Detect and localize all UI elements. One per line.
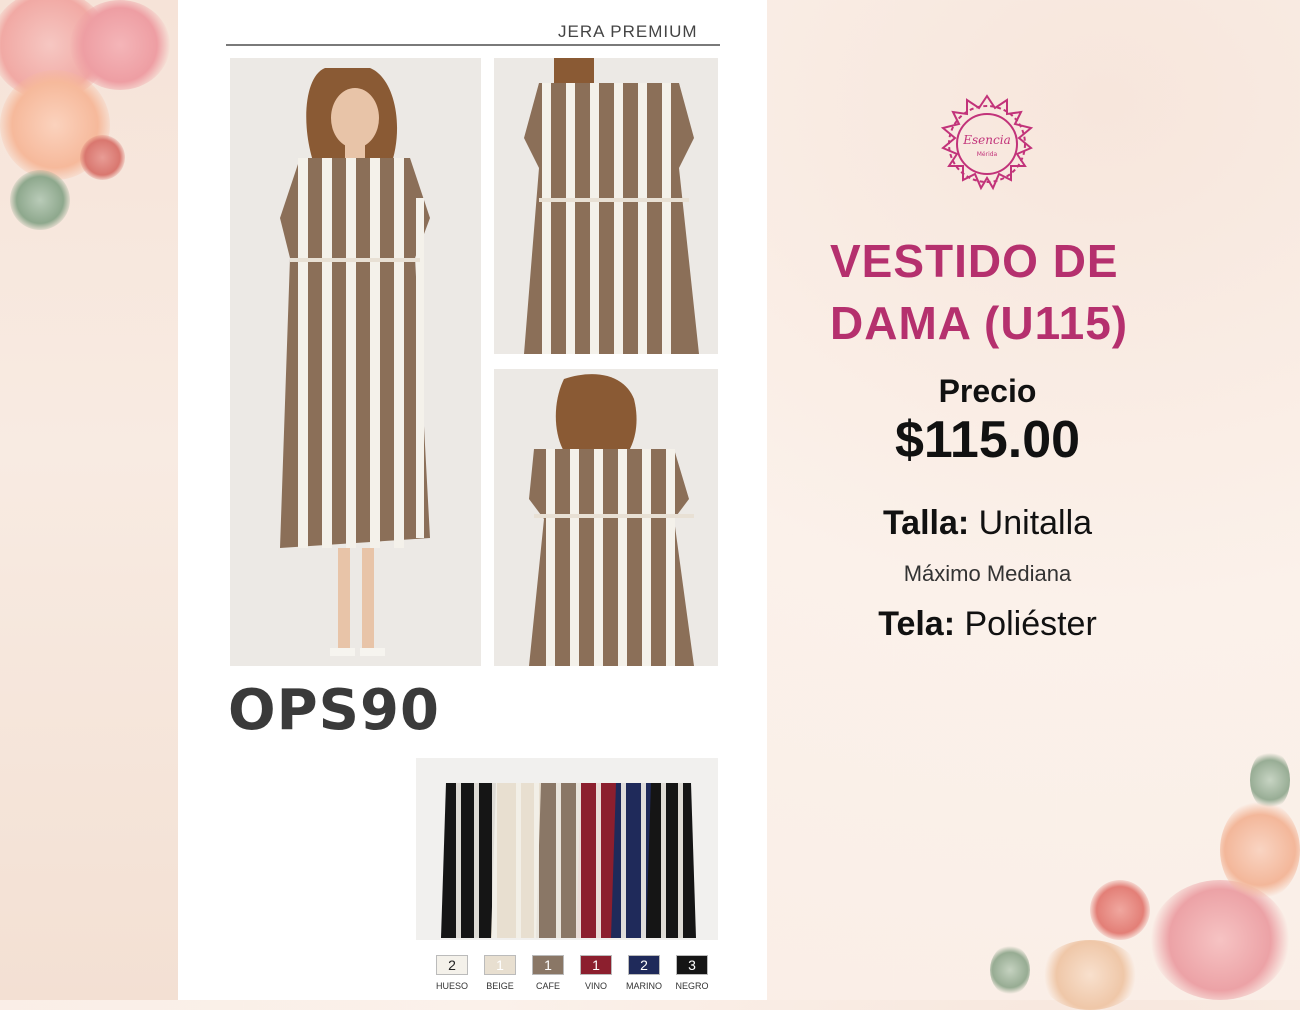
color-swatch-count: 2 (628, 955, 660, 975)
color-swatch-name: BEIGE (486, 981, 514, 991)
color-swatch[interactable]: 1 VINO (572, 955, 620, 991)
product-photo-back[interactable] (494, 369, 718, 666)
color-swatch-list: 2 HUESO 1 BEIGE 1 CAFE 1 VINO 2 MARINO 3 NEGRO (428, 955, 718, 991)
size-spec: Talla: Unitalla (820, 504, 1155, 543)
fabric-label: Tela: (878, 605, 956, 643)
price-label: Precio (938, 373, 1037, 409)
color-swatch-name: CAFE (535, 981, 560, 991)
fabric-spec: Tela: Poliéster (820, 605, 1155, 644)
color-variants-photo[interactable] (416, 758, 718, 940)
color-swatch-count: 2 (436, 955, 468, 975)
catalog-sheet: JERA PREMIUM OPS90 2 HUESO 1 BEIGE 1 CAF… (178, 0, 767, 1000)
logo-text-sub: Mérida (977, 151, 998, 158)
product-photo-front[interactable] (230, 58, 481, 666)
size-label: Talla: (882, 504, 970, 542)
color-swatch-name: MARINO (626, 981, 662, 991)
color-swatch-name: VINO (584, 981, 607, 991)
color-swatch-count: 1 (484, 955, 516, 975)
color-swatch-count: 1 (580, 955, 612, 975)
color-swatch-count: 1 (532, 955, 564, 975)
color-swatch-count: 3 (676, 955, 708, 975)
color-swatch-name: NEGRO (675, 981, 709, 991)
color-swatch[interactable]: 1 CAFE (524, 955, 572, 991)
color-swatch[interactable]: 2 MARINO (620, 955, 668, 991)
color-swatch-name: HUESO (435, 981, 468, 991)
size-value: Unitalla (978, 504, 1093, 542)
size-note: Máximo Mediana (903, 561, 1072, 586)
product-title: VESTIDO DE DAMA (U115) (830, 235, 1129, 349)
brand-divider (226, 44, 720, 46)
model-code: OPS90 (228, 678, 440, 743)
price-value: $115.00 (894, 411, 1081, 469)
color-swatch[interactable]: 3 NEGRO (668, 955, 716, 991)
brand-label: JERA PREMIUM (558, 22, 698, 41)
color-swatch[interactable]: 2 HUESO (428, 955, 476, 991)
fabric-value: Poliéster (964, 605, 1097, 643)
color-swatch[interactable]: 1 BEIGE (476, 955, 524, 991)
esencia-merida-logo: Esencia Mérida (935, 92, 1039, 196)
logo-text-main: Esencia (962, 133, 1010, 147)
product-photo-detail[interactable] (494, 58, 718, 354)
